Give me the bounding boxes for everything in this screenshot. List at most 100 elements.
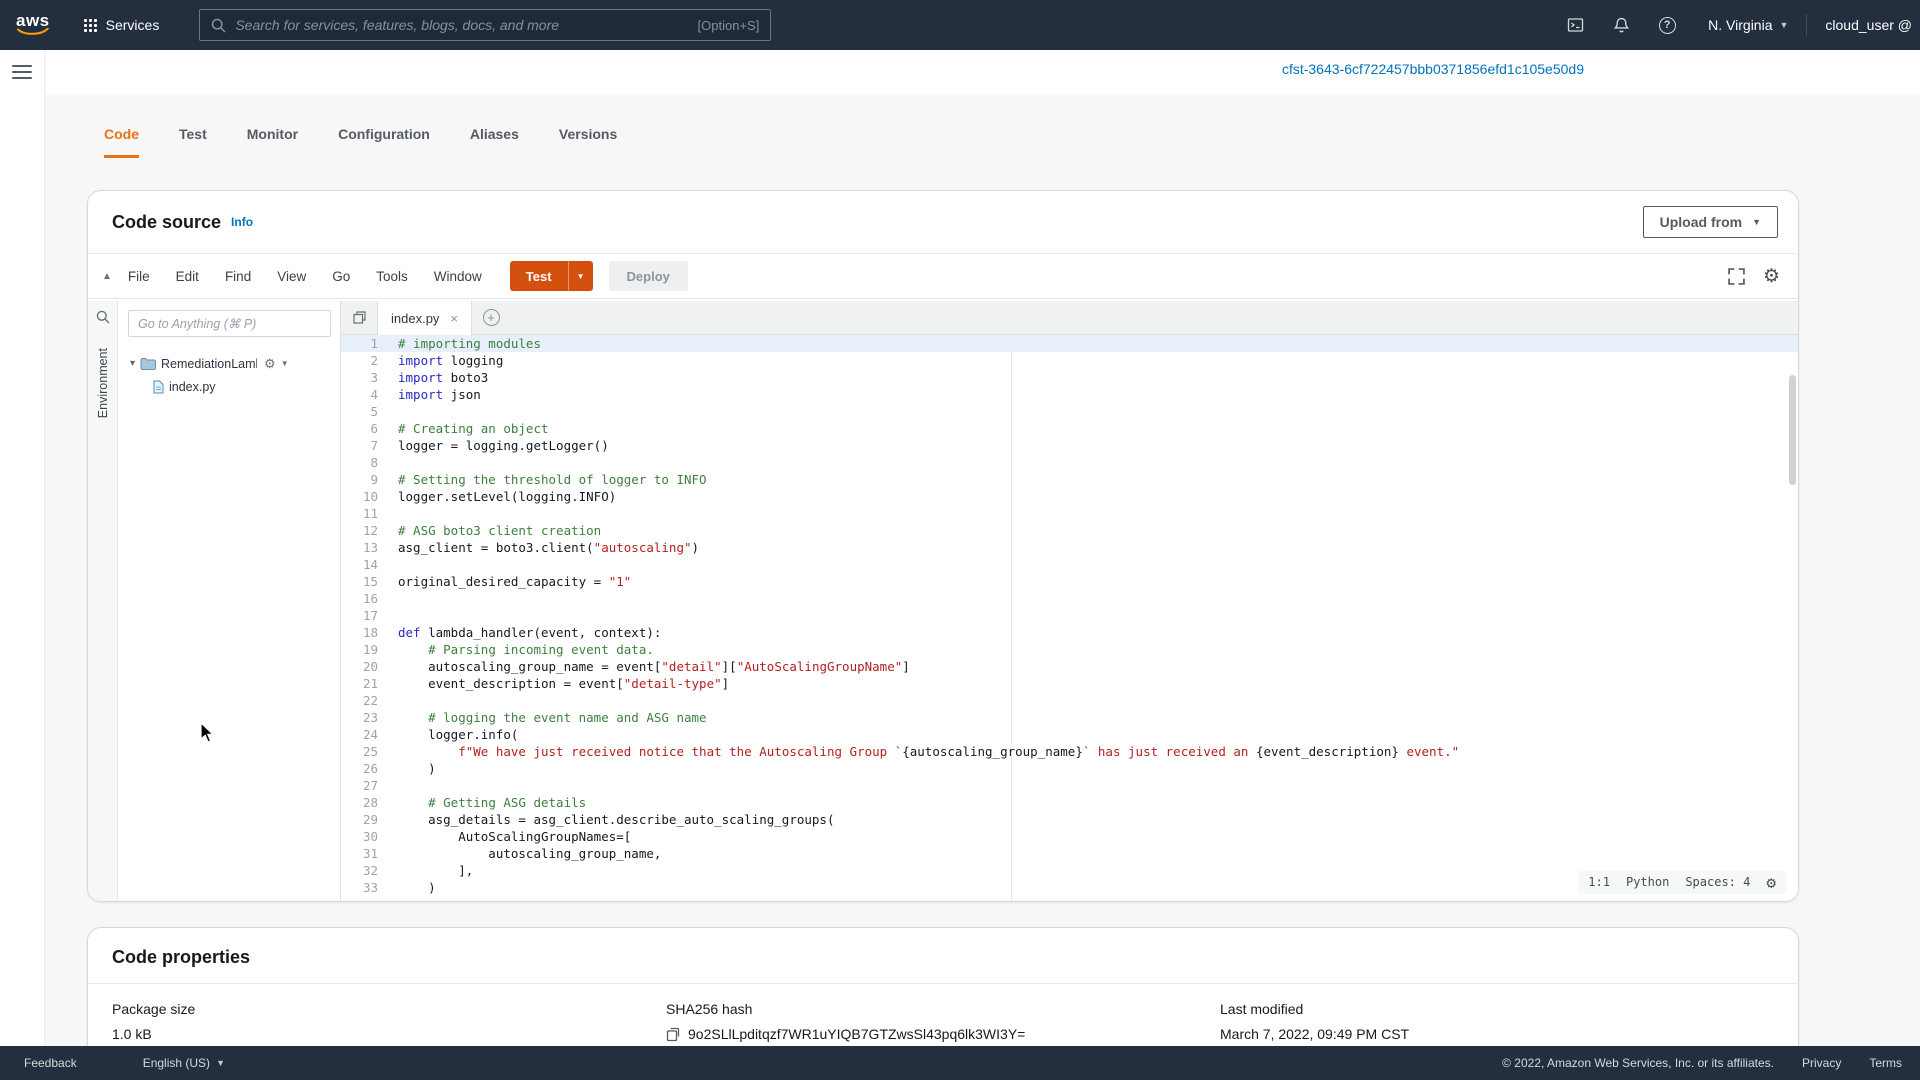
code-line-25[interactable]: 25 f"We have just received notice that t…	[341, 743, 1798, 760]
copyright-text: © 2022, Amazon Web Services, Inc. or its…	[1502, 1056, 1774, 1070]
account-menu-button[interactable]: cloud_user @	[1807, 17, 1920, 33]
code-lines: 1# importing modules2import logging3impo…	[341, 335, 1798, 896]
folder-caret-icon[interactable]: ▾	[130, 358, 135, 369]
code-line-12[interactable]: 12# ASG boto3 client creation	[341, 522, 1798, 539]
close-tab-icon[interactable]: ×	[450, 311, 458, 326]
folder-name: RemediationLambda	[161, 357, 257, 371]
global-search-bar[interactable]: [Option+S]	[199, 9, 771, 41]
folder-settings-gear-icon[interactable]: ⚙	[264, 357, 276, 370]
feedback-button[interactable]: Feedback	[24, 1056, 77, 1070]
language-selector[interactable]: English (US) ▼	[143, 1056, 225, 1070]
search-shortcut-hint: [Option+S]	[698, 18, 760, 33]
cursor-position[interactable]: 1:1	[1588, 874, 1610, 891]
environment-panel-tab[interactable]: Environment	[96, 348, 110, 418]
editor-status-bar: 1:1 Python Spaces: 4 ⚙	[1578, 871, 1786, 894]
code-line-23[interactable]: 23 # logging the event name and ASG name	[341, 709, 1798, 726]
code-line-31[interactable]: 31 autoscaling_group_name,	[341, 845, 1798, 862]
code-line-24[interactable]: 24 logger.info(	[341, 726, 1798, 743]
vertical-scrollbar[interactable]	[1789, 375, 1796, 485]
info-link[interactable]: Info	[231, 215, 253, 229]
goto-anything-input[interactable]	[128, 310, 331, 337]
privacy-link[interactable]: Privacy	[1802, 1056, 1841, 1070]
code-line-17[interactable]: 17	[341, 607, 1798, 624]
menu-file[interactable]: File	[128, 269, 150, 284]
aws-logo[interactable]: aws	[16, 13, 50, 37]
indentation-setting[interactable]: Spaces: 4	[1685, 874, 1750, 891]
services-menu-button[interactable]: Services	[70, 0, 174, 50]
cloudshell-button[interactable]	[1552, 0, 1598, 50]
code-line-29[interactable]: 29 asg_details = asg_client.describe_aut…	[341, 811, 1798, 828]
tab-versions[interactable]: Versions	[559, 126, 617, 158]
tree-folder-row[interactable]: ▾ RemediationLambda ⚙ ▼	[118, 352, 340, 375]
code-line-28[interactable]: 28 # Getting ASG details	[341, 794, 1798, 811]
property-label: SHA256 hash	[666, 1001, 1220, 1017]
code-editor: Environment ▾ RemediationLambda ⚙ ▼	[88, 301, 1798, 901]
code-line-8[interactable]: 8	[341, 454, 1798, 471]
code-line-13[interactable]: 13asg_client = boto3.client("autoscaling…	[341, 539, 1798, 556]
tab-list-icon[interactable]	[341, 301, 377, 334]
menu-edit[interactable]: Edit	[176, 269, 199, 284]
code-line-20[interactable]: 20 autoscaling_group_name = event["detai…	[341, 658, 1798, 675]
code-line-19[interactable]: 19 # Parsing incoming event data.	[341, 641, 1798, 658]
code-line-11[interactable]: 11	[341, 505, 1798, 522]
code-properties-title: Code properties	[88, 928, 1798, 984]
menu-view[interactable]: View	[277, 269, 306, 284]
code-line-16[interactable]: 16	[341, 590, 1798, 607]
code-line-10[interactable]: 10logger.setLevel(logging.INFO)	[341, 488, 1798, 505]
editor-menubar-items: File Edit Find View Go Tools Window	[128, 269, 482, 284]
code-line-6[interactable]: 6# Creating an object	[341, 420, 1798, 437]
file-name: index.py	[169, 380, 216, 394]
fullscreen-icon[interactable]	[1728, 268, 1745, 285]
property-value: 9o2SLlLpditqzf7WR1uYIQB7GTZwsSl43pq6lk3W…	[666, 1026, 1220, 1042]
editor-toolbar-right: ⚙	[1728, 267, 1780, 286]
tab-monitor[interactable]: Monitor	[247, 126, 298, 158]
menu-go[interactable]: Go	[332, 269, 350, 284]
code-source-card: Code source Info Upload from ▼ ▲ FileEdi…	[87, 190, 1799, 902]
code-line-22[interactable]: 22	[341, 692, 1798, 709]
collapse-menubar-icon[interactable]: ▲	[102, 271, 112, 282]
notifications-button[interactable]	[1598, 0, 1644, 50]
language-mode[interactable]: Python	[1626, 874, 1669, 891]
tree-file-row[interactable]: index.py	[118, 375, 340, 398]
editor-preferences-gear-icon[interactable]: ⚙	[1763, 267, 1780, 286]
new-tab-button[interactable]: +	[472, 301, 510, 334]
code-line-30[interactable]: 30 AutoScalingGroupNames=[	[341, 828, 1798, 845]
code-line-2[interactable]: 2import logging	[341, 352, 1798, 369]
menu-tools[interactable]: Tools	[376, 269, 408, 284]
menu-window[interactable]: Window	[434, 269, 482, 284]
code-line-1[interactable]: 1# importing modules	[341, 335, 1798, 352]
menu-find[interactable]: Find	[225, 269, 251, 284]
editor-search-icon[interactable]	[96, 310, 110, 324]
copy-icon[interactable]	[666, 1027, 680, 1042]
hamburger-menu-icon[interactable]	[12, 65, 32, 79]
code-line-4[interactable]: 4import json	[341, 386, 1798, 403]
test-split-caret[interactable]: ▼	[568, 261, 593, 291]
code-line-9[interactable]: 9# Setting the threshold of logger to IN…	[341, 471, 1798, 488]
tab-code[interactable]: Code	[104, 126, 139, 158]
main-content: cfst-3643-6cf722457bbb0371856efd1c105e50…	[46, 50, 1920, 1046]
deploy-button[interactable]: Deploy	[609, 261, 688, 291]
tab-configuration[interactable]: Configuration	[338, 126, 430, 158]
status-gear-icon[interactable]: ⚙	[1766, 875, 1776, 891]
code-line-3[interactable]: 3import boto3	[341, 369, 1798, 386]
tab-aliases[interactable]: Aliases	[470, 126, 519, 158]
stack-link[interactable]: cfst-3643-6cf722457bbb0371856efd1c105e50…	[1282, 61, 1584, 77]
editor-tab-indexpy[interactable]: index.py ×	[377, 301, 472, 335]
code-line-18[interactable]: 18def lambda_handler(event, context):	[341, 624, 1798, 641]
code-line-14[interactable]: 14	[341, 556, 1798, 573]
code-line-27[interactable]: 27	[341, 777, 1798, 794]
test-button[interactable]: Test ▼	[510, 261, 593, 291]
help-button[interactable]: ?	[1644, 0, 1690, 50]
search-input[interactable]	[235, 17, 688, 33]
code-line-7[interactable]: 7logger = logging.getLogger()	[341, 437, 1798, 454]
terms-link[interactable]: Terms	[1869, 1056, 1902, 1070]
code-line-5[interactable]: 5	[341, 403, 1798, 420]
code-line-15[interactable]: 15original_desired_capacity = "1"	[341, 573, 1798, 590]
code-line-21[interactable]: 21 event_description = event["detail-typ…	[341, 675, 1798, 692]
region-selector[interactable]: N. Virginia ▼	[1690, 0, 1806, 50]
tab-test[interactable]: Test	[179, 126, 207, 158]
upload-from-button[interactable]: Upload from ▼	[1643, 206, 1778, 238]
code-line-26[interactable]: 26 )	[341, 760, 1798, 777]
file-tree-panel: ▾ RemediationLambda ⚙ ▼ index.py	[118, 301, 341, 901]
editor-icon-rail: Environment	[88, 301, 118, 901]
